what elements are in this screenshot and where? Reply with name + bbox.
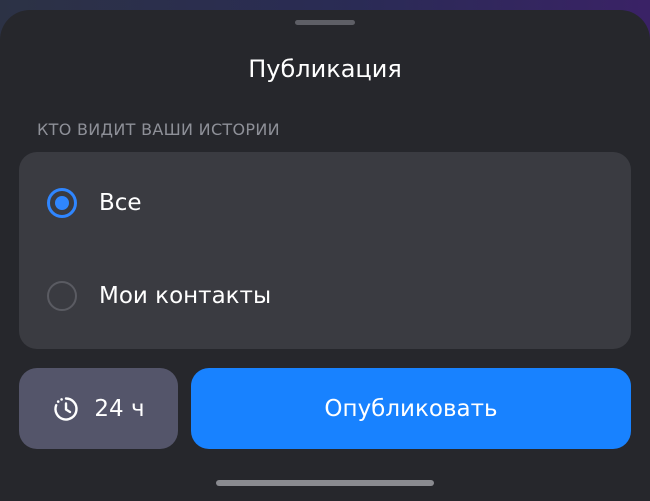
story-duration-label: 24 ч: [94, 395, 145, 422]
privacy-option-label: Мои контакты: [99, 283, 272, 309]
sheet-drag-handle[interactable]: [295, 20, 355, 25]
home-indicator[interactable]: [216, 480, 434, 486]
story-duration-button[interactable]: 24 ч: [19, 368, 178, 449]
privacy-option-contacts[interactable]: Мои контакты: [19, 250, 631, 342]
radio-unselected-icon[interactable]: [47, 281, 77, 311]
privacy-option-everyone[interactable]: Все: [19, 157, 631, 249]
publish-button-label: Опубликовать: [324, 395, 498, 422]
clock-icon: [52, 395, 80, 423]
radio-selected-icon[interactable]: [47, 188, 77, 218]
privacy-option-label: Все: [99, 190, 142, 216]
privacy-section-label: КТО ВИДИТ ВАШИ ИСТОРИИ: [37, 120, 280, 139]
privacy-options-card: Все Мои контакты: [19, 152, 631, 349]
sheet-title: Публикация: [248, 55, 402, 83]
publish-bottom-sheet: Публикация КТО ВИДИТ ВАШИ ИСТОРИИ Все Мо…: [0, 10, 650, 501]
publish-button[interactable]: Опубликовать: [191, 368, 631, 449]
